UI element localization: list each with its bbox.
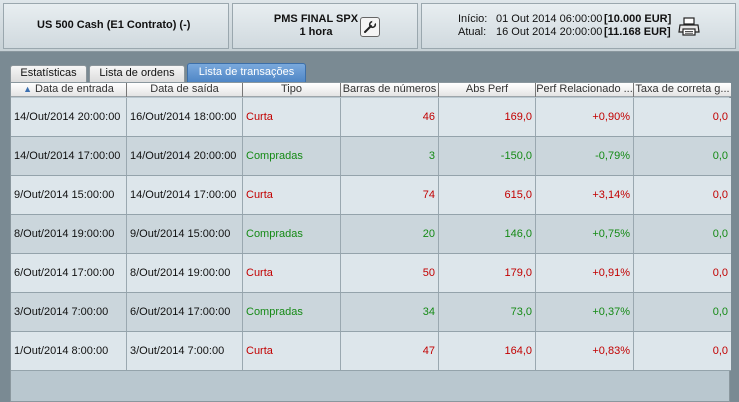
cell-rel-perf: +0,90% — [535, 98, 633, 136]
tab-statistics[interactable]: Estatísticas — [10, 65, 87, 82]
cell-type: Compradas — [242, 137, 340, 175]
col-type[interactable]: Tipo — [242, 83, 340, 97]
cell-fee: 0,0 — [633, 137, 731, 175]
cell-entry-date: 9/Out/2014 15:00:00 — [14, 189, 115, 201]
transactions-table: ▲ Data de entrada Data de saída Tipo Barr… — [10, 82, 731, 402]
current-label: Atual: — [458, 26, 487, 38]
col-fee[interactable]: Taxa de correta g... — [633, 83, 731, 97]
cell-rel-perf: +3,14% — [535, 176, 633, 214]
sort-ascending-icon: ▲ — [23, 84, 33, 94]
cell-type: Curta — [242, 98, 340, 136]
table-row[interactable]: 3/Out/2014 7:00:00 6/Out/2014 17:00:00 Com… — [11, 293, 731, 332]
cell-rel-perf: -0,79% — [535, 137, 633, 175]
cell-exit-date: 9/Out/2014 15:00:00 — [126, 215, 242, 253]
cell-entry-date: 8/Out/2014 19:00:00 — [14, 228, 115, 240]
cell-abs-perf: 73,0 — [438, 293, 535, 331]
cell-entry-date: 1/Out/2014 8:00:00 — [14, 345, 109, 357]
table-header: ▲ Data de entrada Data de saída Tipo Barr… — [11, 83, 731, 97]
report-header: US 500 Cash (E1 Contrato) (-) PMS FINAL … — [0, 0, 739, 52]
cell-fee: 0,0 — [633, 98, 731, 136]
cell-bar-count: 47 — [340, 332, 438, 370]
current-amount: [11.168 EUR] — [604, 26, 671, 38]
cell-type: Compradas — [242, 215, 340, 253]
cell-rel-perf: +0,75% — [535, 215, 633, 253]
strategy-cell: PMS FINAL SPX 1 hora — [232, 3, 418, 49]
cell-exit-date: 6/Out/2014 17:00:00 — [126, 293, 242, 331]
cell-exit-date: 14/Out/2014 17:00:00 — [126, 176, 242, 214]
table-row[interactable]: 14/Out/2014 20:00:00 16/Out/2014 18:00:00… — [11, 98, 731, 137]
cell-type: Compradas — [242, 293, 340, 331]
cell-bar-count: 46 — [340, 98, 438, 136]
period-cell: Início: 01 Out 2014 06:00:00 [10.000 EUR] … — [421, 3, 736, 49]
col-bar-count[interactable]: Barras de números — [340, 83, 438, 97]
cell-abs-perf: 164,0 — [438, 332, 535, 370]
table-row[interactable]: 8/Out/2014 19:00:00 9/Out/2014 15:00:00 Co… — [11, 215, 731, 254]
col-abs-perf[interactable]: Abs Perf — [438, 83, 535, 97]
cell-fee: 0,0 — [633, 254, 731, 292]
cell-entry-date: 3/Out/2014 7:00:00 — [14, 306, 109, 318]
tab-transaction-list[interactable]: Lista de transações — [187, 63, 306, 82]
current-date: 16 Out 2014 20:00:00 — [496, 26, 603, 38]
cell-fee: 0,0 — [633, 332, 731, 370]
symbol-cell: US 500 Cash (E1 Contrato) (-) — [3, 3, 229, 49]
wrench-icon[interactable] — [360, 17, 380, 37]
table-row[interactable]: 14/Out/2014 17:00:00 14/Out/2014 20:00:00… — [11, 137, 731, 176]
printer-icon[interactable] — [678, 17, 700, 37]
table-row[interactable]: 6/Out/2014 17:00:00 8/Out/2014 19:00:00 Cu… — [11, 254, 731, 293]
col-rel-perf[interactable]: Perf Relacionado ... — [535, 83, 633, 97]
cell-abs-perf: -150,0 — [438, 137, 535, 175]
cell-type: Curta — [242, 176, 340, 214]
cell-exit-date: 8/Out/2014 19:00:00 — [126, 254, 242, 292]
cell-abs-perf: 146,0 — [438, 215, 535, 253]
cell-rel-perf: +0,83% — [535, 332, 633, 370]
current-row: Atual: 16 Out 2014 20:00:00 [11.168 EUR] — [458, 26, 671, 38]
cell-bar-count: 34 — [340, 293, 438, 331]
cell-type: Curta — [242, 332, 340, 370]
cell-bar-count: 74 — [340, 176, 438, 214]
cell-abs-perf: 169,0 — [438, 98, 535, 136]
cell-fee: 0,0 — [633, 215, 731, 253]
cell-exit-date: 14/Out/2014 20:00:00 — [126, 137, 242, 175]
cell-rel-perf: +0,91% — [535, 254, 633, 292]
table-row[interactable]: 1/Out/2014 8:00:00 3/Out/2014 7:00:00 Curt… — [11, 332, 731, 371]
cell-fee: 0,0 — [633, 293, 731, 331]
table-row[interactable]: 9/Out/2014 15:00:00 14/Out/2014 17:00:00 C… — [11, 176, 731, 215]
col-entry-date[interactable]: ▲ Data de entrada — [11, 83, 126, 97]
cell-entry-date: 6/Out/2014 17:00:00 — [14, 267, 115, 279]
col-entry-date-label: Data de entrada — [35, 83, 114, 95]
cell-bar-count: 20 — [340, 215, 438, 253]
start-amount: [10.000 EUR] — [604, 13, 672, 25]
start-date: 01 Out 2014 06:00:00 — [496, 13, 603, 25]
cell-abs-perf: 615,0 — [438, 176, 535, 214]
cell-fee: 0,0 — [633, 176, 731, 214]
cell-type: Curta — [242, 254, 340, 292]
col-exit-date[interactable]: Data de saída — [126, 83, 242, 97]
cell-bar-count: 3 — [340, 137, 438, 175]
cell-exit-date: 3/Out/2014 7:00:00 — [126, 332, 242, 370]
start-row: Início: 01 Out 2014 06:00:00 [10.000 EUR] — [458, 13, 671, 25]
cell-exit-date: 16/Out/2014 18:00:00 — [126, 98, 242, 136]
instrument-symbol: US 500 Cash (E1 Contrato) (-) — [37, 19, 191, 31]
cell-bar-count: 50 — [340, 254, 438, 292]
start-label: Início: — [458, 13, 488, 25]
cell-abs-perf: 179,0 — [438, 254, 535, 292]
cell-entry-date: 14/Out/2014 17:00:00 — [14, 150, 121, 162]
cell-rel-perf: +0,37% — [535, 293, 633, 331]
tab-order-list[interactable]: Lista de ordens — [89, 65, 185, 82]
cell-entry-date: 14/Out/2014 20:00:00 — [14, 111, 121, 123]
